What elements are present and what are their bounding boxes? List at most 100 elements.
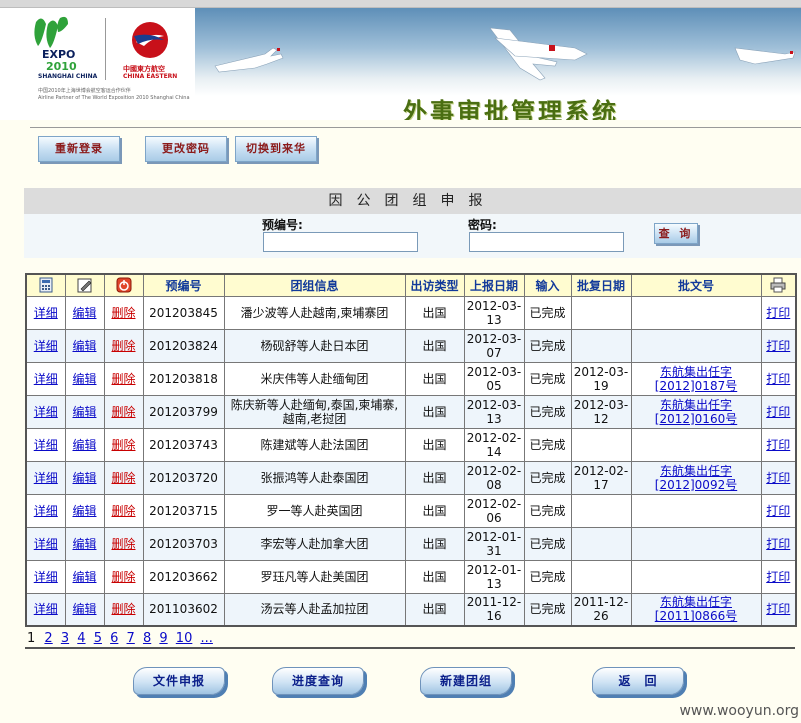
- delete-power-icon: [116, 277, 131, 293]
- print-link[interactable]: 打印: [766, 339, 790, 353]
- doc-no-link[interactable]: 东航集出任字[2012]0187号: [655, 365, 737, 393]
- edit-link[interactable]: 编辑: [72, 537, 96, 551]
- pager-link-3[interactable]: 3: [61, 631, 69, 646]
- pager-link-5[interactable]: 5: [94, 631, 102, 646]
- detail-cell: 详细: [25, 592, 66, 627]
- edit-link[interactable]: 编辑: [72, 504, 96, 518]
- doc-no-link[interactable]: 东航集出任字[2012]0092号: [655, 464, 737, 492]
- print-link[interactable]: 打印: [766, 570, 790, 584]
- input-status-cell: 已完成: [523, 394, 572, 429]
- relogin-button[interactable]: 重新登录: [38, 136, 120, 162]
- delete-link[interactable]: 删除: [111, 339, 135, 353]
- password-input[interactable]: [469, 232, 624, 252]
- partner-text: 中国2010年上海世博会航空客运合作伙伴 Airline Partner of …: [38, 88, 190, 102]
- password-label: 密码:: [468, 218, 497, 232]
- airline-name-en: CHINA EASTERN: [123, 73, 178, 80]
- info-cell: 罗珏凡等人赴美国团: [223, 559, 406, 594]
- detail-link[interactable]: 详细: [34, 372, 58, 386]
- info-cell: 杨砚舒等人赴日本团: [223, 328, 406, 363]
- pager-link-4[interactable]: 4: [77, 631, 85, 646]
- detail-link[interactable]: 详细: [34, 306, 58, 320]
- approve-date-text: 2012-03-19: [573, 364, 629, 393]
- detail-link[interactable]: 详细: [34, 504, 58, 518]
- detail-cell: 详细: [25, 427, 66, 462]
- print-link[interactable]: 打印: [766, 602, 790, 616]
- edit-link[interactable]: 编辑: [72, 570, 96, 584]
- print-cell: 打印: [760, 295, 797, 330]
- section-title: 因公团组申报: [24, 188, 801, 214]
- delete-link[interactable]: 删除: [111, 372, 135, 386]
- print-link[interactable]: 打印: [766, 405, 790, 419]
- delete-link[interactable]: 删除: [111, 306, 135, 320]
- pager-link-10[interactable]: 10: [176, 631, 193, 646]
- detail-link[interactable]: 详细: [34, 438, 58, 452]
- new-group-button[interactable]: 新建团组: [420, 667, 512, 695]
- info-cell: 米庆伟等人赴缅甸团: [223, 361, 406, 396]
- delete-link[interactable]: 删除: [111, 537, 135, 551]
- doc-no-cell: [630, 295, 762, 330]
- info-text: 张振鸿等人赴泰国团: [260, 470, 369, 485]
- file-apply-button[interactable]: 文件申报: [133, 667, 225, 695]
- detail-link[interactable]: 详细: [34, 471, 58, 485]
- input-status-cell: 已完成: [523, 493, 572, 528]
- doc-no-link[interactable]: 东航集出任字[2012]0160号: [655, 398, 737, 426]
- info-cell: 陈建斌等人赴法国团: [223, 427, 406, 462]
- delete-link[interactable]: 删除: [111, 504, 135, 518]
- print-link[interactable]: 打印: [766, 537, 790, 551]
- progress-query-button[interactable]: 进度查询: [272, 667, 364, 695]
- print-cell: 打印: [760, 559, 797, 594]
- input-status-cell: 已完成: [523, 460, 572, 495]
- detail-link[interactable]: 详细: [34, 602, 58, 616]
- change-password-button[interactable]: 更改密码: [145, 136, 227, 162]
- approve-date-cell: 2012-03-19: [570, 361, 632, 396]
- preno-input[interactable]: [263, 232, 418, 252]
- edit-link[interactable]: 编辑: [72, 372, 96, 386]
- preno-text: 201203824: [149, 338, 218, 353]
- pager-link-8[interactable]: 8: [143, 631, 151, 646]
- pager-link-6[interactable]: 6: [110, 631, 118, 646]
- edit-link[interactable]: 编辑: [72, 405, 96, 419]
- edit-link[interactable]: 编辑: [72, 602, 96, 616]
- preno-cell: 201203845: [142, 295, 225, 330]
- table-row: 详细 编辑 删除 201203662 罗珏凡等人赴美国团 出国 2012-01-13 已完成 打…: [25, 559, 797, 594]
- edit-link[interactable]: 编辑: [72, 471, 96, 485]
- edit-link[interactable]: 编辑: [72, 306, 96, 320]
- back-button[interactable]: 返 回: [592, 667, 684, 695]
- preno-cell: 201203715: [142, 493, 225, 528]
- pager-link-7[interactable]: 7: [127, 631, 135, 646]
- pager-link-more[interactable]: ...: [200, 631, 212, 646]
- print-link[interactable]: 打印: [766, 372, 790, 386]
- table-row: 详细 编辑 删除 201203799 陈庆新等人赴缅甸,泰国,柬埔寨,越南,老挝团 出国 2…: [25, 394, 797, 429]
- table-row: 详细 编辑 删除 201203703 李宏等人赴加拿大团 出国 2012-01-31 已完成 打…: [25, 526, 797, 561]
- pager-link-9[interactable]: 9: [159, 631, 167, 646]
- approve-date-cell: [570, 427, 632, 462]
- edit-link[interactable]: 编辑: [72, 438, 96, 452]
- doc-no-link[interactable]: 东航集出任字[2011]0866号: [655, 595, 737, 623]
- print-link[interactable]: 打印: [766, 471, 790, 485]
- detail-link[interactable]: 详细: [34, 537, 58, 551]
- delete-link[interactable]: 删除: [111, 471, 135, 485]
- pager-link-2[interactable]: 2: [44, 631, 52, 646]
- detail-link[interactable]: 详细: [34, 339, 58, 353]
- print-link[interactable]: 打印: [766, 504, 790, 518]
- edit-link[interactable]: 编辑: [72, 339, 96, 353]
- delete-link[interactable]: 删除: [111, 602, 135, 616]
- query-button[interactable]: 查 询: [654, 223, 698, 244]
- switch-button[interactable]: 切换到来华: [235, 136, 317, 162]
- delete-link[interactable]: 删除: [111, 570, 135, 584]
- preno-cell: 201203824: [142, 328, 225, 363]
- report-date-text: 2012-03-13: [466, 397, 522, 426]
- delete-cell: 删除: [103, 394, 144, 429]
- table-body: 详细 编辑 删除 201203845 潘少波等人赴越南,柬埔寨团 出国 2012-03-13…: [25, 295, 797, 627]
- delete-cell: 删除: [103, 592, 144, 627]
- delete-link[interactable]: 删除: [111, 405, 135, 419]
- delete-link[interactable]: 删除: [111, 438, 135, 452]
- report-date-text: 2012-03-05: [466, 364, 522, 393]
- detail-link[interactable]: 详细: [34, 405, 58, 419]
- print-link[interactable]: 打印: [766, 306, 790, 320]
- preno-text: 201203743: [149, 437, 218, 452]
- print-link[interactable]: 打印: [766, 438, 790, 452]
- preno-cell: 201103602: [142, 592, 225, 627]
- input-status-text: 已完成: [529, 371, 566, 386]
- detail-link[interactable]: 详细: [34, 570, 58, 584]
